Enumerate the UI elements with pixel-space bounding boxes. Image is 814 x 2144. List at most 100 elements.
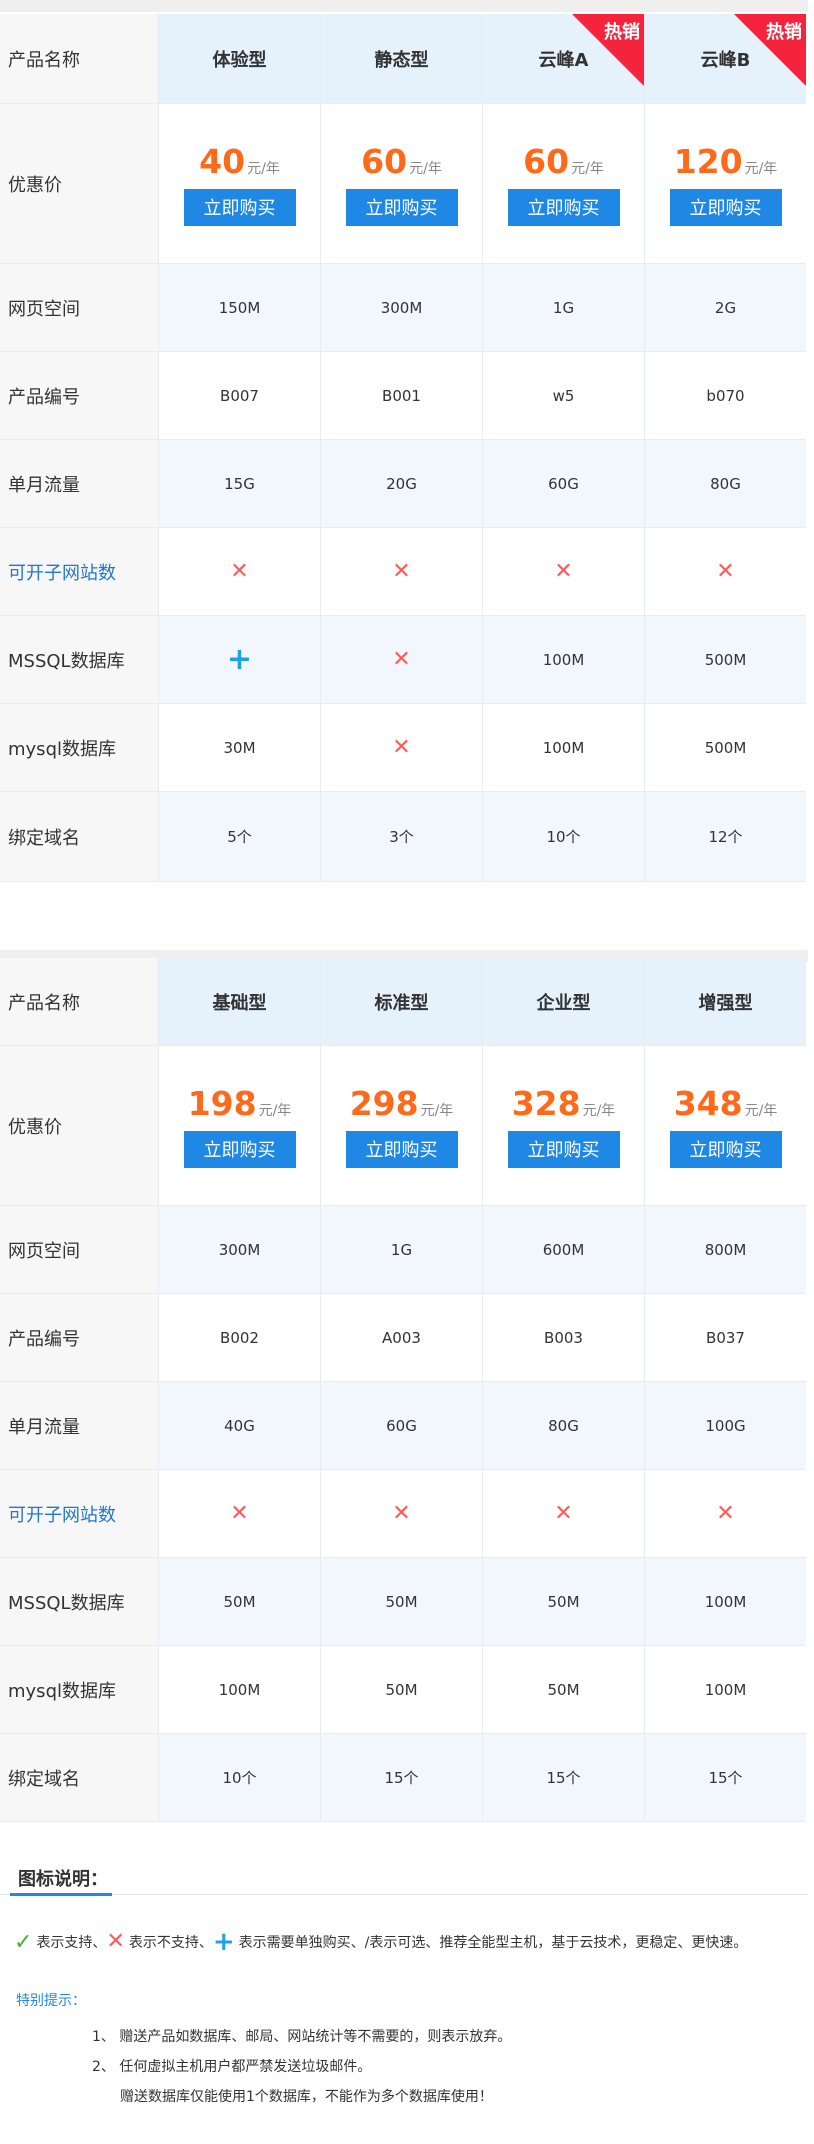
row-label-name: 产品名称 (0, 958, 158, 1046)
legend-rest-text: 表示需要单独购买、/表示可选、推荐全能型主机，基于云技术，更稳定、更快速。 (238, 1935, 748, 1951)
cell-value: 50M (547, 1680, 580, 1699)
buy-now-button[interactable]: 立即购买 (507, 1130, 620, 1168)
buy-now-button[interactable]: 立即购买 (183, 1130, 296, 1168)
price-unit: 元/年 (409, 160, 442, 177)
cell-domains: 5个 (158, 792, 320, 882)
cell-subsites: ✕ (320, 1470, 482, 1558)
cell-value: 50M (385, 1680, 418, 1699)
row-label-mssql: MSSQL数据库 (0, 616, 158, 704)
cell-code: B037 (644, 1294, 806, 1382)
price: 60 元/年 (361, 142, 442, 181)
row-mssql: MSSQL数据库 + ✕ 100M 500M (0, 616, 808, 704)
price: 120 元/年 (674, 142, 778, 181)
cell-value: 300M (218, 1240, 261, 1259)
plan-name: 体验型 (212, 49, 267, 71)
cell-subsites: ✕ (158, 528, 320, 616)
plus-icon: + (226, 641, 253, 677)
cell-name: 企业型 (482, 958, 644, 1046)
row-domains: 绑定域名 10个 15个 15个 15个 (0, 1734, 808, 1822)
cell-value: 10个 (546, 828, 581, 846)
price-amount: 40 (199, 141, 246, 181)
row-label-price: 优惠价 (0, 1046, 158, 1206)
cell-name: 标准型 (320, 958, 482, 1046)
cell-value: 5个 (227, 828, 252, 846)
row-name: 产品名称 基础型 标准型 企业型 增强型 (0, 958, 808, 1046)
note-1: 1、 赠送产品如数据库、邮局、网站统计等不需要的，则表示放弃。 (92, 2029, 512, 2045)
price: 198 元/年 (188, 1084, 292, 1123)
row-label-price: 优惠价 (0, 104, 158, 264)
row-label-name: 产品名称 (0, 14, 158, 104)
cell-code: B001 (320, 352, 482, 440)
cell-value: B007 (220, 386, 259, 405)
row-label-traffic: 单月流量 (0, 440, 158, 528)
cell-mysql: 100M (158, 1646, 320, 1734)
cross-icon: ✕ (716, 558, 735, 584)
cell-subsites: ✕ (158, 1470, 320, 1558)
cell-code: B003 (482, 1294, 644, 1382)
cell-value: 60G (548, 474, 579, 493)
cell-mssql: + (158, 616, 320, 704)
buy-now-button[interactable]: 立即购买 (183, 188, 296, 226)
cell-space: 800M (644, 1206, 806, 1294)
plus-icon: + (212, 1927, 235, 1957)
price: 348 元/年 (674, 1084, 778, 1123)
cell-price: 328 元/年 立即购买 (482, 1046, 644, 1206)
cell-price: 198 元/年 立即购买 (158, 1046, 320, 1206)
buy-now-button[interactable]: 立即购买 (345, 1130, 458, 1168)
cell-domains: 10个 (158, 1734, 320, 1822)
buy-now-button[interactable]: 立即购买 (669, 1130, 782, 1168)
cell-code: w5 (482, 352, 644, 440)
cross-icon: ✕ (716, 1500, 735, 1526)
buy-now-button[interactable]: 立即购买 (345, 188, 458, 226)
row-label-subsites[interactable]: 可开子网站数 (0, 528, 158, 616)
cell-traffic: 20G (320, 440, 482, 528)
cross-icon: ✕ (106, 1929, 125, 1954)
cell-mssql: 50M (320, 1558, 482, 1646)
top-strip (0, 0, 808, 12)
cross-icon: ✕ (554, 1500, 573, 1526)
plan-name: 标准型 (374, 992, 429, 1014)
price: 40 元/年 (199, 142, 280, 181)
row-label-space: 网页空间 (0, 264, 158, 352)
row-label-domains: 绑定域名 (0, 1734, 158, 1822)
row-price: 优惠价 40 元/年 立即购买 60 元/年 立即购买 60 元/年 立即购买 120 元/年 立即购买 (0, 104, 808, 264)
check-icon: ✓ (14, 1929, 33, 1955)
row-label-code: 产品编号 (0, 352, 158, 440)
buy-now-button[interactable]: 立即购买 (507, 188, 620, 226)
note-2: 2、 任何虚拟主机用户都严禁发送垃圾邮件。 (92, 2059, 372, 2075)
row-label-mssql: MSSQL数据库 (0, 1558, 158, 1646)
cell-value: 50M (223, 1592, 256, 1611)
legend-support-text: 表示支持、 (36, 1935, 107, 1951)
price-amount: 60 (523, 141, 570, 181)
cell-code: A003 (320, 1294, 482, 1382)
buy-now-button[interactable]: 立即购买 (669, 188, 782, 226)
cell-name: 云峰B 热销 (644, 14, 806, 104)
cell-space: 300M (158, 1206, 320, 1294)
row-label-domains: 绑定域名 (0, 792, 158, 882)
price-amount: 328 (511, 1083, 581, 1123)
row-label-code: 产品编号 (0, 1294, 158, 1382)
cell-mssql: 100M (482, 616, 644, 704)
cell-value: w5 (552, 386, 575, 405)
cell-price: 40 元/年立即购买 (158, 104, 320, 264)
cell-code: B007 (158, 352, 320, 440)
row-mssql: MSSQL数据库 50M 50M 50M 100M (0, 1558, 808, 1646)
cell-mssql: 50M (482, 1558, 644, 1646)
cell-value: 100M (542, 738, 585, 757)
cell-value: 20G (386, 474, 417, 493)
cell-traffic: 80G (644, 440, 806, 528)
cell-value: 15G (224, 474, 255, 493)
hot-badge: 热销 (604, 22, 640, 43)
row-label-space: 网页空间 (0, 1206, 158, 1294)
row-label-traffic: 单月流量 (0, 1382, 158, 1470)
cell-space: 600M (482, 1206, 644, 1294)
price-amount: 298 (349, 1083, 419, 1123)
cell-subsites: ✕ (644, 528, 806, 616)
price-unit: 元/年 (744, 1102, 778, 1119)
price-unit: 元/年 (420, 1102, 454, 1119)
plan-name: 企业型 (536, 992, 591, 1014)
row-label-subsites[interactable]: 可开子网站数 (0, 1470, 158, 1558)
cell-traffic: 40G (158, 1382, 320, 1470)
row-domains: 绑定域名 5个 3个 10个 12个 (0, 792, 808, 882)
cell-domains: 3个 (320, 792, 482, 882)
